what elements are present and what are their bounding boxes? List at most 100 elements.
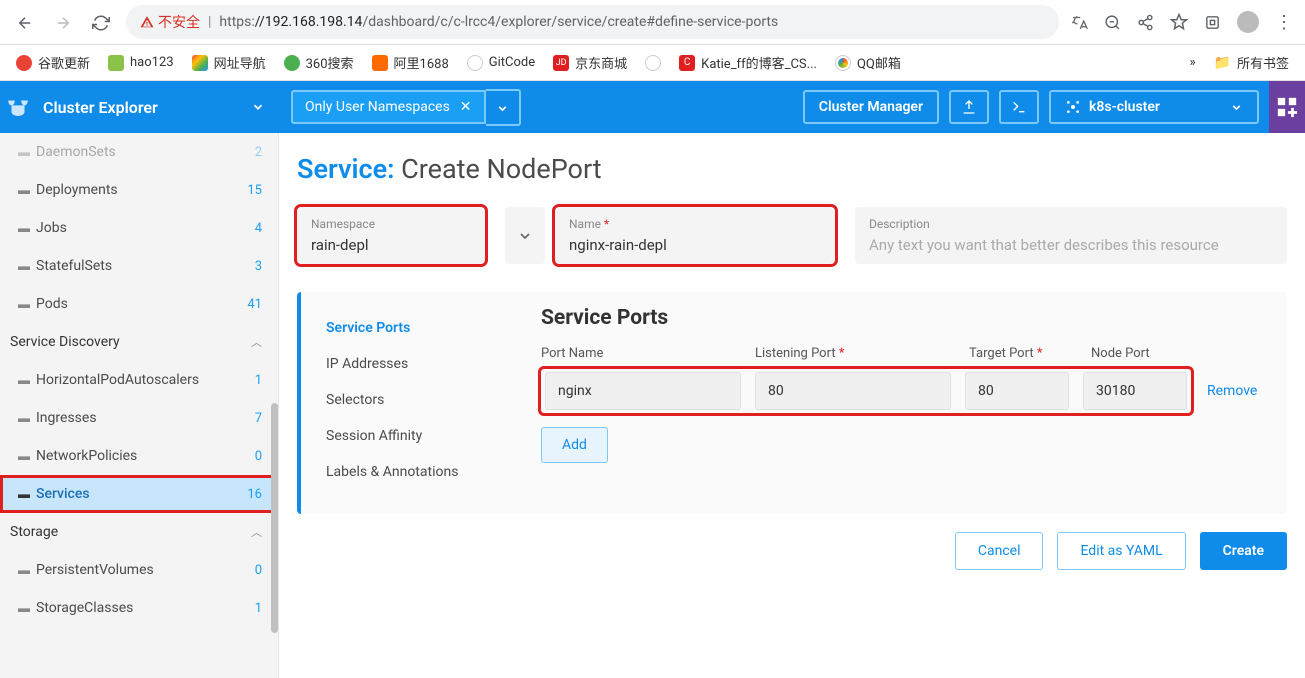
star-icon[interactable] (1170, 13, 1188, 31)
section-nav-labels-annotations[interactable]: Labels & Annotations (301, 454, 531, 490)
namespace-filter-pill[interactable]: Only User Namespaces ✕ (291, 90, 486, 124)
listening-port-input[interactable]: 80 (755, 372, 951, 410)
back-button[interactable] (12, 8, 38, 36)
sidebar-section-header[interactable]: Storage ︿ (0, 513, 278, 551)
bookmark-item[interactable]: 360搜索 (284, 53, 354, 72)
edit-yaml-button[interactable]: Edit as YAML (1057, 532, 1185, 570)
import-button[interactable] (949, 90, 989, 124)
app-bar: Cluster Explorer Only User Namespaces ✕ … (0, 81, 1305, 133)
port-column-headers: Port Name Listening Port * Target Port *… (541, 346, 1269, 361)
bookmark-item[interactable]: hao123 (108, 55, 174, 71)
folder-icon: 📁 (1214, 55, 1231, 71)
sidebar-item-deployments[interactable]: ▬Deployments15 (0, 171, 278, 209)
cluster-explorer-label: Cluster Explorer (43, 98, 158, 117)
port-name-input[interactable]: nginx (545, 372, 741, 410)
sidebar-item-count: 4 (255, 221, 262, 236)
bookmark-item[interactable]: JD京东商城 (553, 53, 627, 72)
bookmark-item[interactable]: GitCode (467, 55, 535, 71)
sidebar-item-count: 16 (247, 487, 262, 502)
bookmark-item[interactable]: 网址导航 (192, 53, 266, 72)
all-bookmarks[interactable]: 📁所有书签 (1214, 53, 1289, 72)
namespace-value: rain-depl (311, 236, 451, 254)
zoom-out-icon[interactable] (1104, 14, 1121, 31)
chrome-actions: ⋮ (1071, 11, 1293, 33)
folder-icon: ▬ (18, 563, 30, 577)
sidebar-item-label: Ingresses (36, 410, 97, 426)
rancher-logo[interactable] (0, 81, 35, 133)
target-port-input[interactable]: 80 (965, 372, 1069, 410)
url-bar[interactable]: 不安全 | https://192.168.198.14/dashboard/c… (126, 5, 1059, 39)
chevron-down-icon (251, 100, 265, 114)
shell-button[interactable] (999, 90, 1039, 124)
bookmark-item[interactable] (645, 55, 661, 71)
bookmark-item[interactable]: 谷歌更新 (16, 53, 90, 72)
sidebar-item-label: HorizontalPodAutoscalers (36, 372, 199, 388)
sidebar-item-networkpolicies[interactable]: ▬NetworkPolicies0 (0, 437, 278, 475)
profile-avatar[interactable] (1237, 11, 1259, 33)
browser-chrome: 不安全 | https://192.168.198.14/dashboard/c… (0, 0, 1305, 45)
sidebar-section-header[interactable]: Service Discovery︿ (0, 323, 278, 361)
sidebar-item-daemonsets[interactable]: ▬DaemonSets2 (0, 133, 278, 171)
port-row: nginx 80 80 30180 (541, 369, 1191, 413)
cluster-manager-button[interactable]: Cluster Manager (803, 90, 939, 124)
sidebar-item-count: 15 (247, 183, 262, 198)
namespace-select[interactable]: Namespace rain-depl (297, 207, 485, 264)
bookmark-item[interactable]: 阿里1688 (372, 53, 449, 72)
section-content: Service Ports Port Name Listening Port *… (531, 306, 1287, 494)
add-port-button[interactable]: Add (541, 427, 608, 463)
sidebar-item-horizontalpodautoscalers[interactable]: ▬HorizontalPodAutoscalers1 (0, 361, 278, 399)
cluster-select[interactable]: k8s-cluster (1049, 90, 1259, 124)
reload-button[interactable] (88, 8, 114, 36)
sidebar-item-count: 7 (255, 411, 262, 426)
sidebar-header-label: Storage (10, 524, 58, 540)
terminal-icon (1011, 99, 1027, 115)
sidebar-item-pods[interactable]: ▬Pods41 (0, 285, 278, 323)
description-input-group[interactable]: Description Any text you want that bette… (855, 207, 1287, 264)
reload-icon (92, 14, 110, 32)
sidebar-item-label: Jobs (36, 220, 67, 236)
name-input-group[interactable]: Name * nginx-rain-depl (555, 207, 835, 264)
chevron-up-icon: ︿ (251, 524, 262, 540)
forward-button[interactable] (50, 8, 76, 36)
sidebar-item-ingresses[interactable]: ▬ Ingresses 7 (0, 399, 278, 437)
apps-button[interactable] (1269, 81, 1305, 133)
scrollbar-thumb[interactable] (271, 403, 278, 633)
node-port-input[interactable]: 30180 (1083, 372, 1187, 410)
menu-icon[interactable]: ⋮ (1275, 12, 1293, 33)
extensions-icon[interactable] (1204, 14, 1221, 31)
sidebar-item-persistentvolumes[interactable]: ▬PersistentVolumes0 (0, 551, 278, 589)
share-icon[interactable] (1137, 14, 1154, 31)
cancel-button[interactable]: Cancel (955, 532, 1044, 570)
remove-port-link[interactable]: Remove (1207, 383, 1257, 399)
sidebar-item-storageclasses[interactable]: ▬StorageClasses1 (0, 589, 278, 627)
sidebar-item-count: 41 (247, 297, 262, 312)
sidebar-item-statefulsets[interactable]: ▬StatefulSets3 (0, 247, 278, 285)
bookmark-item[interactable]: CKatie_ff的博客_CS... (679, 53, 817, 72)
sidebar-header-label: Service Discovery (10, 334, 120, 350)
section-nav-session-affinity[interactable]: Session Affinity (301, 418, 531, 454)
section-nav-service-ports[interactable]: Service Ports (301, 310, 531, 346)
sidebar-item-count: 0 (255, 449, 262, 464)
section-nav-ip-addresses[interactable]: IP Addresses (301, 346, 531, 382)
namespace-filter-dropdown[interactable] (486, 89, 521, 126)
sidebar-item-count: 1 (255, 601, 262, 616)
close-icon[interactable]: ✕ (460, 99, 472, 115)
translate-icon[interactable] (1071, 14, 1088, 31)
arrow-left-icon (16, 14, 34, 32)
folder-icon: ▬ (18, 411, 30, 425)
folder-icon: ▬ (18, 601, 30, 615)
cluster-explorer-dropdown[interactable]: Cluster Explorer (35, 81, 279, 133)
section-nav-selectors[interactable]: Selectors (301, 382, 531, 418)
sidebar-item-label: Pods (36, 296, 68, 312)
main-layout: ▬DaemonSets2▬Deployments15 ▬ Jobs 4 ▬Statefu… (0, 133, 1305, 678)
folder-icon: ▬ (18, 449, 30, 463)
page-title: Service: Create NodePort (297, 153, 1287, 185)
sidebar-item-count: 3 (255, 259, 262, 274)
bookmark-item[interactable]: QQ邮箱 (835, 53, 901, 72)
namespace-chevron[interactable] (505, 207, 545, 264)
create-button[interactable]: Create (1200, 532, 1287, 570)
chevron-down-icon (496, 102, 509, 115)
sidebar-item-services[interactable]: ▬Services16 (0, 475, 278, 513)
sidebar-item-jobs[interactable]: ▬Jobs4 (0, 209, 278, 247)
bookmarks-more[interactable]: » (1189, 55, 1195, 70)
